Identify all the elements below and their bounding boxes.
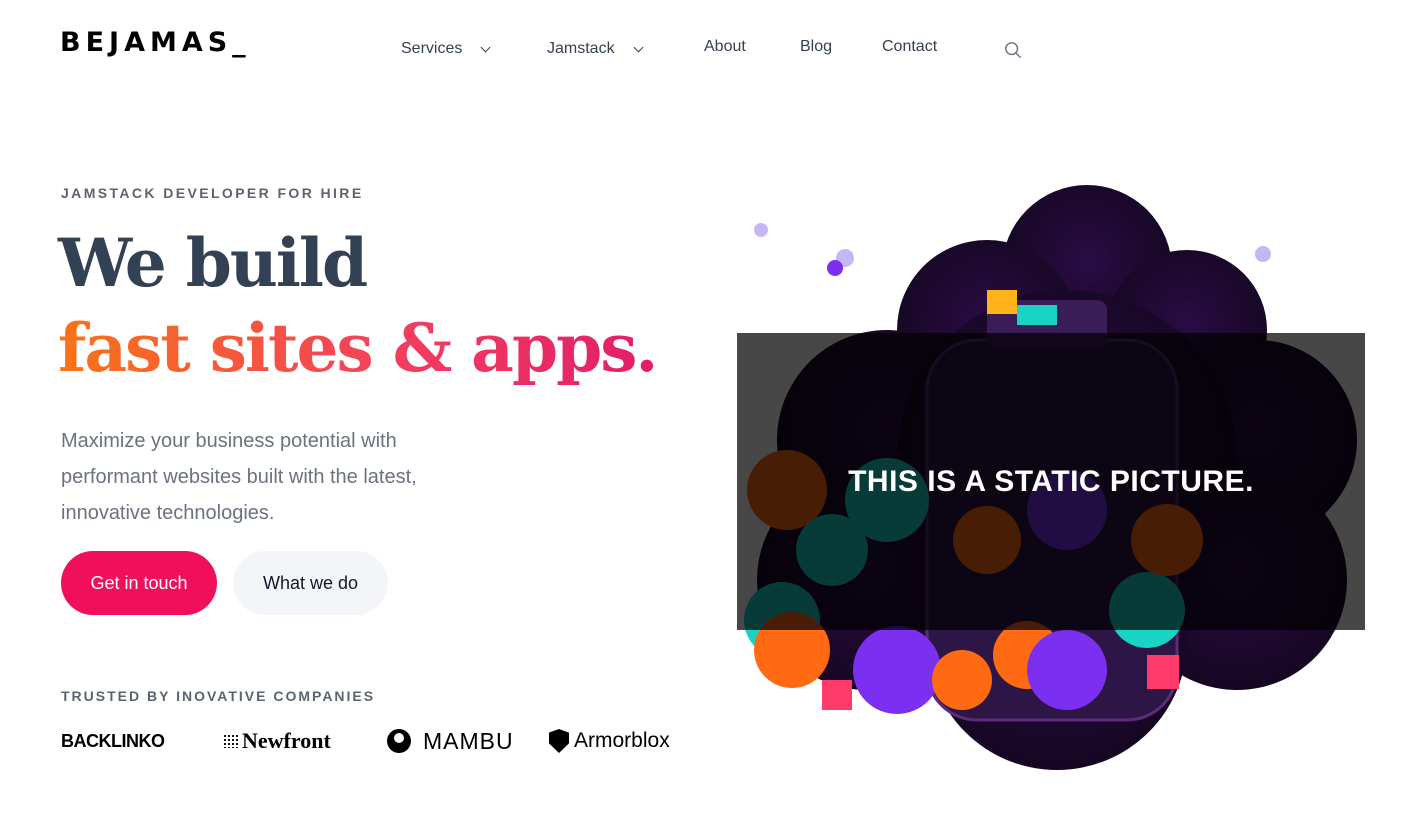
- bejamas-logo[interactable]: BEJAMAS_: [60, 27, 251, 58]
- backlinko-logo: BACKLINKO: [61, 727, 165, 755]
- nav-item-label: Blog: [800, 38, 833, 55]
- nav-item-about[interactable]: About: [704, 38, 746, 56]
- hero-headline-line-2: fast sites & apps.: [58, 309, 658, 387]
- mambu-logo: MAMBU: [387, 727, 514, 755]
- what-we-do-button[interactable]: What we do: [233, 551, 388, 615]
- nav-item-label: Services: [401, 40, 463, 57]
- armorblox-shield-icon: [549, 729, 569, 753]
- nav-item-label: Jamstack: [547, 40, 615, 57]
- trusted-by-label: TRUSTED BY INOVATIVE COMPANIES: [61, 688, 376, 704]
- nav-item-services[interactable]: Services: [401, 40, 491, 58]
- get-in-touch-button[interactable]: Get in touch: [61, 551, 217, 615]
- nav-item-blog[interactable]: Blog: [800, 38, 832, 56]
- hero-lead-text: Maximize your business potential with pe…: [61, 430, 417, 524]
- newfront-mark-icon: [223, 734, 239, 748]
- nav-item-contact[interactable]: Contact: [882, 38, 937, 56]
- chevron-down-icon: [633, 42, 644, 52]
- hero-headline-line-1: We build: [58, 224, 368, 302]
- nav-item-label: Contact: [882, 38, 938, 55]
- armorblox-logo-text: Armorblox: [574, 729, 670, 752]
- search-icon[interactable]: [1004, 41, 1022, 59]
- static-picture-overlay: THIS IS A STATIC PICTURE.: [737, 333, 1365, 630]
- chevron-down-icon: [480, 42, 491, 52]
- hero-eyebrow: JAMSTACK DEVELOPER FOR HIRE: [61, 185, 364, 201]
- newfront-logo-text: Newfront: [242, 728, 331, 753]
- newfront-logo: Newfront: [223, 727, 331, 755]
- static-picture-caption: THIS IS A STATIC PICTURE.: [848, 464, 1254, 498]
- backlinko-logo-text: BACKLINKO: [61, 730, 165, 751]
- nav-item-label: About: [704, 38, 746, 55]
- mambu-mark-icon: [387, 729, 411, 753]
- mambu-logo-text: MAMBU: [423, 727, 514, 754]
- armorblox-logo: Armorblox: [549, 727, 670, 755]
- nav-item-jamstack[interactable]: Jamstack: [547, 40, 644, 58]
